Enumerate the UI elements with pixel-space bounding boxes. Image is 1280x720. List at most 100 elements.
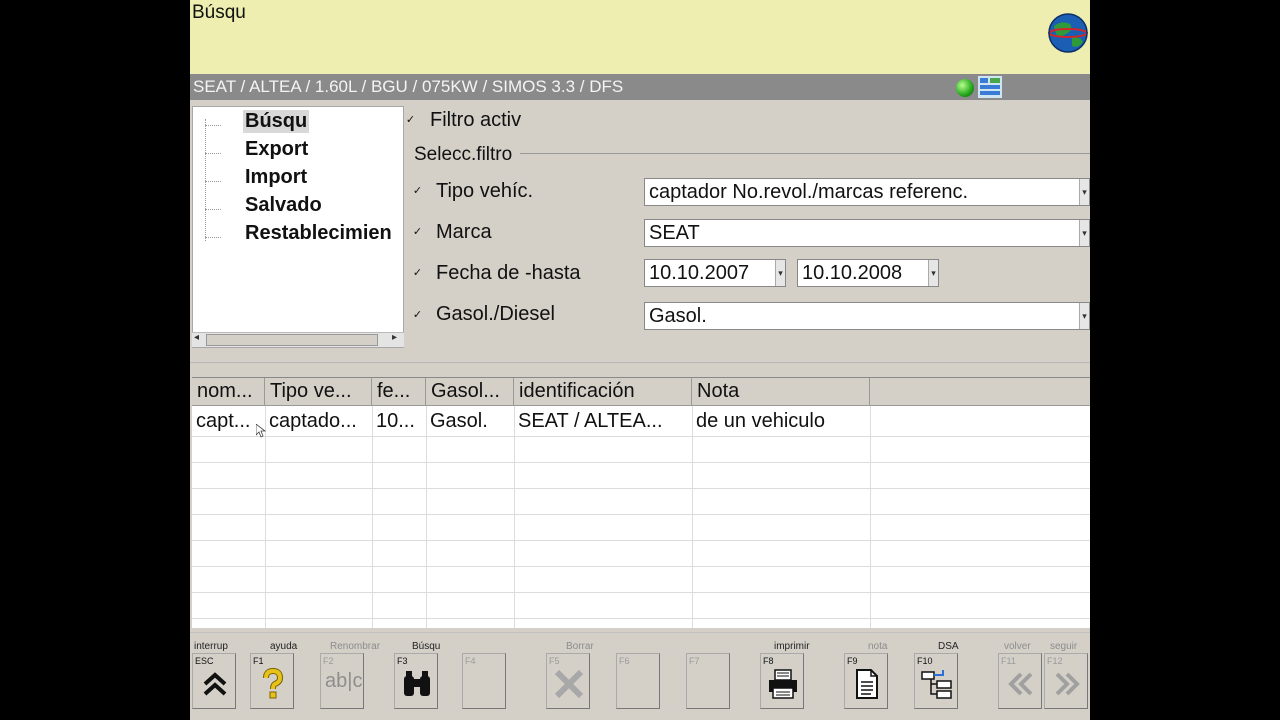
status-led-icon: [956, 79, 974, 97]
column-divider: [692, 406, 693, 628]
interrup-button[interactable]: ESC: [192, 653, 236, 709]
row-divider: [192, 592, 1090, 593]
date-spinner-icon[interactable]: ▾: [928, 260, 938, 286]
column-divider: [426, 406, 427, 628]
fecha-from-field[interactable]: 10.10.2007 ▾: [644, 259, 786, 287]
tree-connector: [205, 125, 221, 126]
scroll-right-icon[interactable]: ▸: [392, 332, 397, 343]
fkey-code: F8: [763, 656, 774, 666]
cell-nota: de un vehiculo: [696, 410, 825, 432]
seguir-button[interactable]: F12: [1044, 653, 1088, 709]
column-header-tipo[interactable]: Tipo ve...: [265, 378, 372, 406]
fkey-caption-nota: nota: [868, 641, 888, 652]
double-chevron-right-icon: [1055, 672, 1080, 696]
dropdown-arrow-icon[interactable]: ▾: [1079, 220, 1089, 246]
tipo-select-value: captador No.revol./marcas referenc.: [649, 181, 969, 203]
f7-button[interactable]: F7: [686, 653, 730, 709]
app-window: Búsqu SEAT / ALTEA / 1.60L / BGU / 075KW…: [190, 0, 1090, 720]
row-divider: [192, 540, 1090, 541]
dropdown-arrow-icon[interactable]: ▾: [1079, 179, 1089, 205]
fkey-code: F1: [253, 656, 264, 666]
tree-item-restablecimiento[interactable]: Restablecimien: [243, 222, 394, 245]
column-header-gasol[interactable]: Gasol...: [426, 378, 514, 406]
volver-button[interactable]: F11: [998, 653, 1042, 709]
column-header-nombre[interactable]: nom...: [192, 378, 265, 406]
tree-horizontal-scrollbar[interactable]: ◂ ▸: [192, 332, 404, 347]
filter-active-label: Filtro activ: [430, 109, 522, 131]
f4-button[interactable]: F4: [462, 653, 506, 709]
tree-connector: [205, 119, 206, 241]
navigation-tree: Búsqu Export Import Salvado Restablecimi…: [192, 106, 404, 348]
tree-item-salvado[interactable]: Salvado: [243, 194, 324, 217]
fkey-caption-interrup: interrup: [194, 641, 228, 652]
fkey-caption-dsa: DSA: [938, 641, 959, 652]
column-divider: [870, 406, 871, 628]
renombrar-button[interactable]: F2 ab|c: [320, 653, 364, 709]
tree-connector: [205, 153, 221, 154]
marca-label: Marca: [436, 221, 492, 243]
fkey-code: F6: [619, 656, 630, 666]
fuel-checkbox[interactable]: ✓: [412, 310, 423, 321]
tree-connector: [205, 237, 221, 238]
cell-nombre: capt...: [196, 410, 251, 432]
tree-item-import[interactable]: Import: [243, 166, 309, 189]
fuel-select[interactable]: Gasol. ▾: [644, 302, 1090, 330]
fkey-caption-volver: volver: [1004, 641, 1031, 652]
column-header-identificacion[interactable]: identificación: [514, 378, 692, 406]
tipo-label: Tipo vehíc.: [436, 180, 534, 202]
marca-select[interactable]: SEAT ▾: [644, 219, 1090, 247]
row-divider: [192, 488, 1090, 489]
filter-group-divider: [520, 153, 1090, 154]
row-divider: [192, 566, 1090, 567]
page-title: Búsqu: [192, 2, 246, 23]
fkey-code: F12: [1047, 656, 1063, 666]
results-table: nom... Tipo ve... fe... Gasol... identif…: [192, 377, 1090, 628]
borrar-button[interactable]: F5: [546, 653, 590, 709]
cell-fecha: 10...: [376, 410, 415, 432]
fecha-checkbox[interactable]: ✓: [412, 268, 423, 279]
double-chevron-up-icon: [203, 672, 227, 696]
column-header-nota[interactable]: Nota: [692, 378, 870, 406]
tree-connector: [205, 209, 221, 210]
scrollbar-thumb[interactable]: [206, 334, 378, 346]
cell-identificacion: SEAT / ALTEA...: [518, 410, 663, 432]
busqu-button[interactable]: F3: [394, 653, 438, 709]
double-chevron-left-icon: [1008, 672, 1033, 696]
imprimir-button[interactable]: F8: [760, 653, 804, 709]
fkey-caption-imprimir: imprimir: [774, 641, 810, 652]
marca-select-value: SEAT: [649, 222, 700, 244]
vehicle-info-text: SEAT / ALTEA / 1.60L / BGU / 075KW / SIM…: [193, 77, 624, 96]
fkey-code: F5: [549, 656, 560, 666]
scroll-left-icon[interactable]: ◂: [194, 332, 199, 343]
f6-button[interactable]: F6: [616, 653, 660, 709]
column-divider: [372, 406, 373, 628]
printer-icon: [769, 669, 797, 699]
column-divider: [265, 406, 266, 628]
row-divider: [192, 514, 1090, 515]
tipo-select[interactable]: captador No.revol./marcas referenc. ▾: [644, 178, 1090, 206]
dsa-button[interactable]: F10: [914, 653, 958, 709]
fkey-code: F9: [847, 656, 858, 666]
nota-button[interactable]: F9: [844, 653, 888, 709]
row-divider: [192, 462, 1090, 463]
status-logo-icon: [978, 76, 1002, 98]
column-header-fecha[interactable]: fe...: [372, 378, 426, 406]
function-key-bar: interrup ayuda Renombrar Búsqu Borrar im…: [190, 632, 1090, 720]
ayuda-button[interactable]: F1: [250, 653, 294, 709]
rename-icon: ab|c: [325, 670, 363, 692]
tipo-checkbox[interactable]: ✓: [412, 186, 423, 197]
fkey-code: F10: [917, 656, 933, 666]
filter-active-checkbox[interactable]: ✓: [405, 115, 416, 126]
fkey-caption-seguir: seguir: [1050, 641, 1078, 652]
tree-item-export[interactable]: Export: [243, 138, 310, 161]
tree-item-busqu[interactable]: Búsqu: [243, 110, 310, 133]
row-divider: [192, 618, 1090, 619]
dropdown-arrow-icon[interactable]: ▾: [1079, 303, 1089, 329]
cell-tipo: captado...: [269, 410, 357, 432]
title-bar: Búsqu: [190, 0, 1090, 74]
marca-checkbox[interactable]: ✓: [412, 227, 423, 238]
fecha-to-field[interactable]: 10.10.2008 ▾: [797, 259, 939, 287]
globe-icon[interactable]: [1048, 12, 1088, 54]
date-spinner-icon[interactable]: ▾: [775, 260, 785, 286]
fkey-code: F7: [689, 656, 700, 666]
